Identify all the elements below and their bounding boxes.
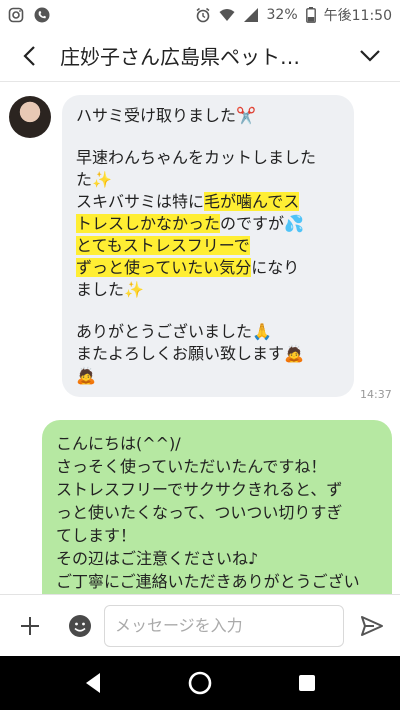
smiley-icon: [69, 614, 91, 637]
message-line: とてもストレスフリーで: [76, 235, 342, 257]
highlighted-text: とてもストレスフリーで: [76, 236, 250, 255]
highlighted-text: ずっと使っていたい気分: [76, 258, 252, 277]
incoming-message-bubble[interactable]: ハサミ受け取りました✂️ 早速わんちゃんをカットしました た✨ スキバサミは特に…: [62, 95, 354, 397]
message-line: ました✨: [76, 280, 144, 299]
circle-home-icon: [188, 671, 212, 695]
triangle-back-icon: [86, 673, 101, 693]
message-line: っと使いたくなって、ついつい切りすぎ: [56, 503, 343, 522]
message-line: てします！: [56, 526, 137, 545]
plus-icon: [21, 616, 39, 635]
square-recents-icon: [298, 675, 315, 691]
message-line: ご丁寧にご連絡いただきありがとうござい: [56, 572, 360, 591]
message-line: ハサミ受け取りました✂️: [76, 106, 256, 125]
outgoing-message-bubble[interactable]: こんにちは(^^)/ さっそく使っていただいたんですね！ ストレスフリーでサクサ…: [42, 420, 392, 594]
clock-time: 午後11:50: [323, 8, 392, 24]
status-bar: 32% 午後11:50: [0, 0, 400, 30]
message-line: ストレスフリーでサクサクきれると、ず: [56, 480, 343, 499]
sticker-button[interactable]: [60, 595, 100, 657]
avatar[interactable]: [9, 96, 51, 138]
chat-menu-button[interactable]: [340, 30, 400, 82]
wifi-icon: [219, 9, 235, 21]
nav-recents-button[interactable]: [285, 661, 329, 705]
message-line: さっそく使っていただいたんですね！: [56, 457, 327, 476]
nav-back-button[interactable]: [71, 661, 115, 705]
instagram-icon: [8, 7, 24, 23]
battery-icon: [305, 7, 316, 23]
message-line: ずっと使っていたい気分になり: [76, 258, 300, 277]
highlighted-text: 毛が噛んでス: [204, 192, 300, 211]
battery-percent: 32%: [266, 7, 298, 23]
back-button[interactable]: [0, 30, 60, 82]
message-line: た✨: [76, 170, 112, 189]
message-input[interactable]: [104, 604, 344, 647]
chat-title: 庄妙子さん広島県ペット…: [60, 45, 300, 69]
send-button[interactable]: [344, 595, 400, 657]
message-line: またよろしくお願い致します🙇: [76, 344, 304, 363]
phone-icon: [34, 7, 50, 23]
nav-home-button[interactable]: [178, 661, 222, 705]
add-attachment-button[interactable]: [0, 595, 60, 657]
message-input-bar: [0, 594, 400, 656]
chevron-left-icon: [23, 45, 35, 66]
highlighted-text: トレスしかなかった: [76, 214, 221, 233]
message-line: 🙇: [76, 366, 96, 385]
alarm-icon: [196, 7, 209, 23]
chevron-down-icon: [360, 49, 380, 62]
message-line: ありがとうございました🙏: [76, 322, 272, 341]
message-timestamp: 14:37: [360, 388, 392, 401]
send-icon: [361, 615, 383, 636]
system-nav-bar: [0, 656, 400, 710]
message-line: 早速わんちゃんをカットしました: [76, 148, 317, 167]
chat-area[interactable]: ハサミ受け取りました✂️ 早速わんちゃんをカットしました た✨ スキバサミは特に…: [0, 82, 400, 594]
message-line: その辺はご注意くださいね♪: [56, 549, 259, 568]
message-line: スキバサミは特に毛が噛んでス: [76, 192, 300, 211]
signal-icon: [243, 8, 258, 22]
message-line: こんにちは(^^)/: [56, 434, 181, 453]
message-line: トレスしかなかったのですが💦: [76, 214, 304, 233]
chat-header: 庄妙子さん広島県ペット…: [0, 30, 400, 82]
